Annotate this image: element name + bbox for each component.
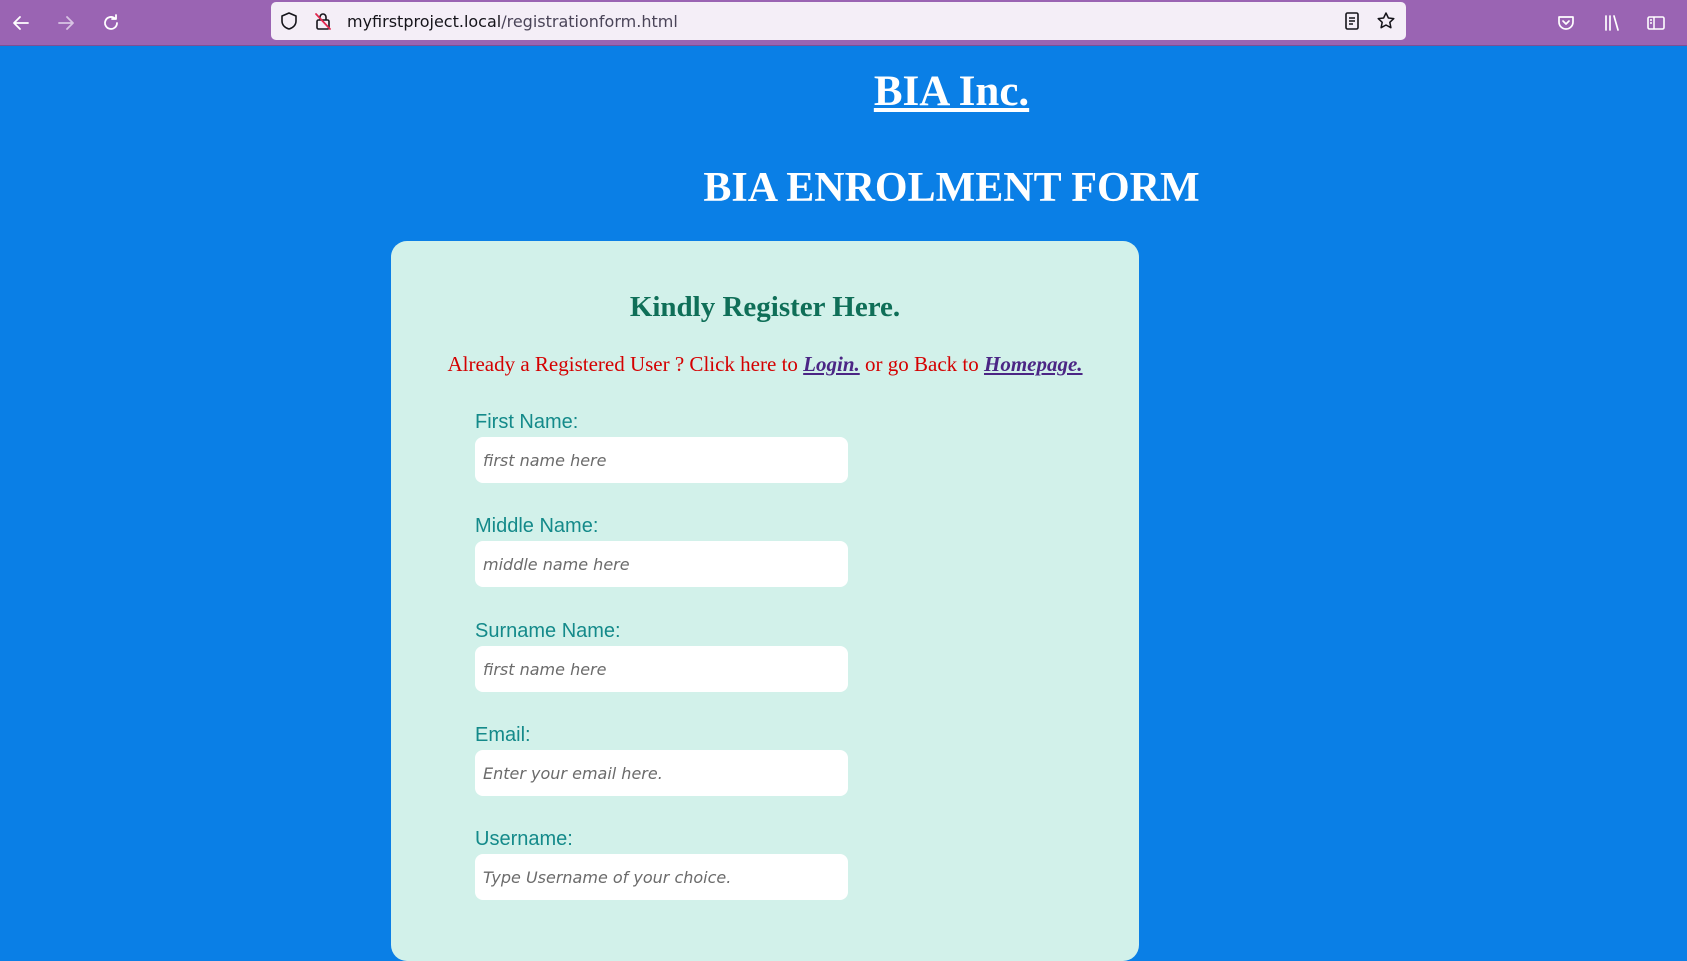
reload-icon: [104, 14, 118, 30]
sidebar-button[interactable]: [1641, 8, 1671, 38]
forward-arrow-icon: [58, 16, 74, 30]
url-host: myfirstproject.local: [347, 12, 502, 31]
first-name-label: First Name:: [475, 411, 579, 433]
surname-input[interactable]: [475, 646, 848, 692]
reload-button[interactable]: [96, 8, 126, 38]
forward-button[interactable]: [51, 8, 81, 38]
shield-icon[interactable]: [279, 11, 299, 31]
url-text[interactable]: myfirstproject.local/registrationform.ht…: [347, 12, 678, 31]
back-arrow-icon: [13, 16, 29, 30]
registration-card: Kindly Register Here. Already a Register…: [391, 241, 1139, 961]
first-name-input[interactable]: [475, 437, 848, 483]
login-prompt-middle: or go Back to: [859, 352, 984, 376]
pocket-icon: [1558, 16, 1574, 30]
company-name: BIA Inc.: [873, 68, 1030, 115]
surname-label: Surname Name:: [475, 620, 621, 642]
homepage-link[interactable]: Homepage.: [984, 352, 1083, 376]
sidebar-icon: [1647, 16, 1665, 30]
email-input[interactable]: [475, 750, 848, 796]
pocket-button[interactable]: [1551, 8, 1581, 38]
url-path: /registrationform.html: [501, 12, 678, 31]
library-icon: [1605, 15, 1619, 31]
library-button[interactable]: [1597, 8, 1627, 38]
bookmark-star-icon[interactable]: [1376, 11, 1396, 31]
username-label: Username:: [475, 828, 573, 850]
back-button[interactable]: [6, 8, 36, 38]
email-label: Email:: [475, 724, 531, 746]
login-link[interactable]: Login.: [803, 352, 860, 376]
login-prompt-prefix: Already a Registered User ? Click here t…: [447, 352, 804, 376]
reader-view-icon[interactable]: [1342, 11, 1362, 31]
insecure-lock-icon[interactable]: [313, 11, 333, 31]
form-title: BIA ENROLMENT FORM: [703, 165, 1200, 211]
middle-name-input[interactable]: [475, 541, 848, 587]
url-bar[interactable]: myfirstproject.local/registrationform.ht…: [271, 2, 1406, 40]
browser-toolbar: myfirstproject.local/registrationform.ht…: [0, 0, 1687, 46]
username-input[interactable]: [475, 854, 848, 900]
login-prompt: Already a Registered User ? Click here t…: [391, 352, 1139, 377]
register-heading: Kindly Register Here.: [629, 291, 901, 323]
middle-name-label: Middle Name:: [475, 515, 599, 537]
